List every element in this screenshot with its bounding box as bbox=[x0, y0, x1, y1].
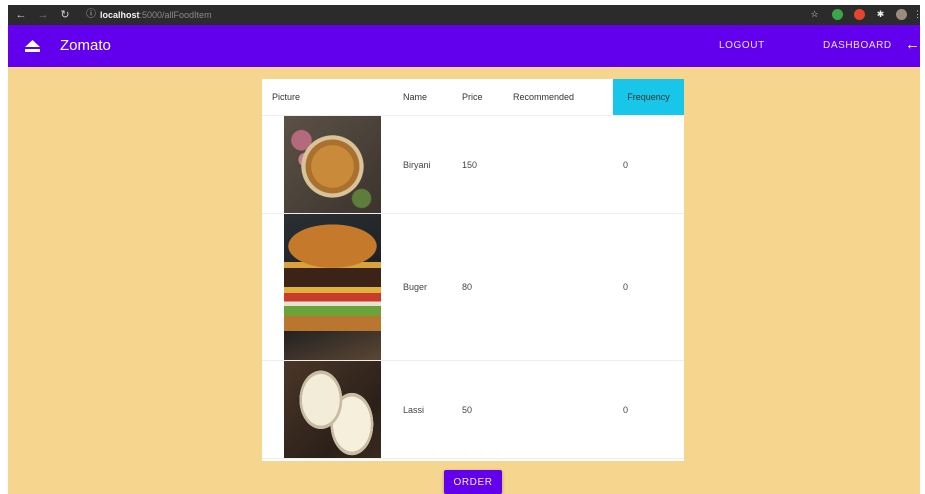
biryani-photo bbox=[284, 116, 381, 213]
column-header-recommended[interactable]: Recommended bbox=[513, 79, 613, 116]
site-info-icon[interactable]: ⓘ bbox=[86, 8, 98, 22]
app-bar: Zomato LOGOUT DASHBOARD ← bbox=[8, 25, 920, 67]
food-table: Picture Name Price Recommended Frequency… bbox=[262, 79, 684, 459]
column-header-frequency[interactable]: Frequency bbox=[613, 79, 684, 116]
picture-cell bbox=[262, 213, 403, 361]
extension-green-icon[interactable] bbox=[832, 9, 843, 20]
picture-cell bbox=[262, 115, 403, 214]
order-button[interactable]: ORDER bbox=[444, 470, 502, 494]
table-row: Lassi 50 0 bbox=[262, 360, 684, 459]
eject-icon[interactable] bbox=[25, 40, 40, 52]
frequency-cell: 0 bbox=[613, 360, 684, 459]
recommended-cell bbox=[513, 115, 613, 214]
browser-menu-icon[interactable]: ⋮ bbox=[913, 9, 920, 20]
back-nav-icon[interactable]: ← bbox=[14, 8, 28, 22]
table-row: Buger 80 0 bbox=[262, 213, 684, 361]
bookmark-star-icon[interactable]: ☆ bbox=[809, 9, 820, 20]
browser-toolbar: ← → ↻ ⓘ localhost:5000/allFoodItem ☆ ✱ ⋮ bbox=[8, 5, 920, 25]
extensions-puzzle-icon[interactable]: ✱ bbox=[875, 9, 886, 20]
profile-avatar-icon[interactable] bbox=[896, 9, 907, 20]
extension-red-icon[interactable] bbox=[854, 9, 865, 20]
burger-photo bbox=[284, 214, 381, 360]
name-cell: Buger bbox=[403, 213, 462, 361]
price-cell: 50 bbox=[462, 360, 513, 459]
table-header-row: Picture Name Price Recommended Frequency bbox=[262, 79, 684, 116]
column-header-price[interactable]: Price bbox=[462, 79, 513, 116]
reload-icon[interactable]: ↻ bbox=[58, 8, 72, 22]
table-row: Biryani 150 0 bbox=[262, 115, 684, 214]
back-arrow-icon[interactable]: ← bbox=[905, 35, 920, 55]
price-cell: 150 bbox=[462, 115, 513, 214]
column-header-picture[interactable]: Picture bbox=[262, 79, 403, 116]
forward-nav-icon[interactable]: → bbox=[36, 8, 50, 22]
app-title: Zomato bbox=[60, 37, 111, 54]
frequency-cell: 0 bbox=[613, 115, 684, 214]
name-cell: Biryani bbox=[403, 115, 462, 214]
picture-cell bbox=[262, 360, 403, 459]
url-host: localhost bbox=[100, 10, 140, 20]
recommended-cell bbox=[513, 360, 613, 459]
browser-window: ← → ↻ ⓘ localhost:5000/allFoodItem ☆ ✱ ⋮… bbox=[8, 5, 920, 494]
recommended-cell bbox=[513, 213, 613, 361]
price-cell: 80 bbox=[462, 213, 513, 361]
dashboard-button[interactable]: DASHBOARD bbox=[823, 38, 892, 54]
food-table-card: Picture Name Price Recommended Frequency… bbox=[262, 79, 684, 461]
logout-button[interactable]: LOGOUT bbox=[719, 38, 765, 54]
name-cell: Lassi bbox=[403, 360, 462, 459]
address-bar[interactable]: localhost:5000/allFoodItem bbox=[100, 8, 212, 22]
url-path: :5000/allFoodItem bbox=[139, 10, 212, 20]
column-header-name[interactable]: Name bbox=[403, 79, 462, 116]
frequency-cell: 0 bbox=[613, 213, 684, 361]
lassi-photo bbox=[284, 361, 381, 458]
